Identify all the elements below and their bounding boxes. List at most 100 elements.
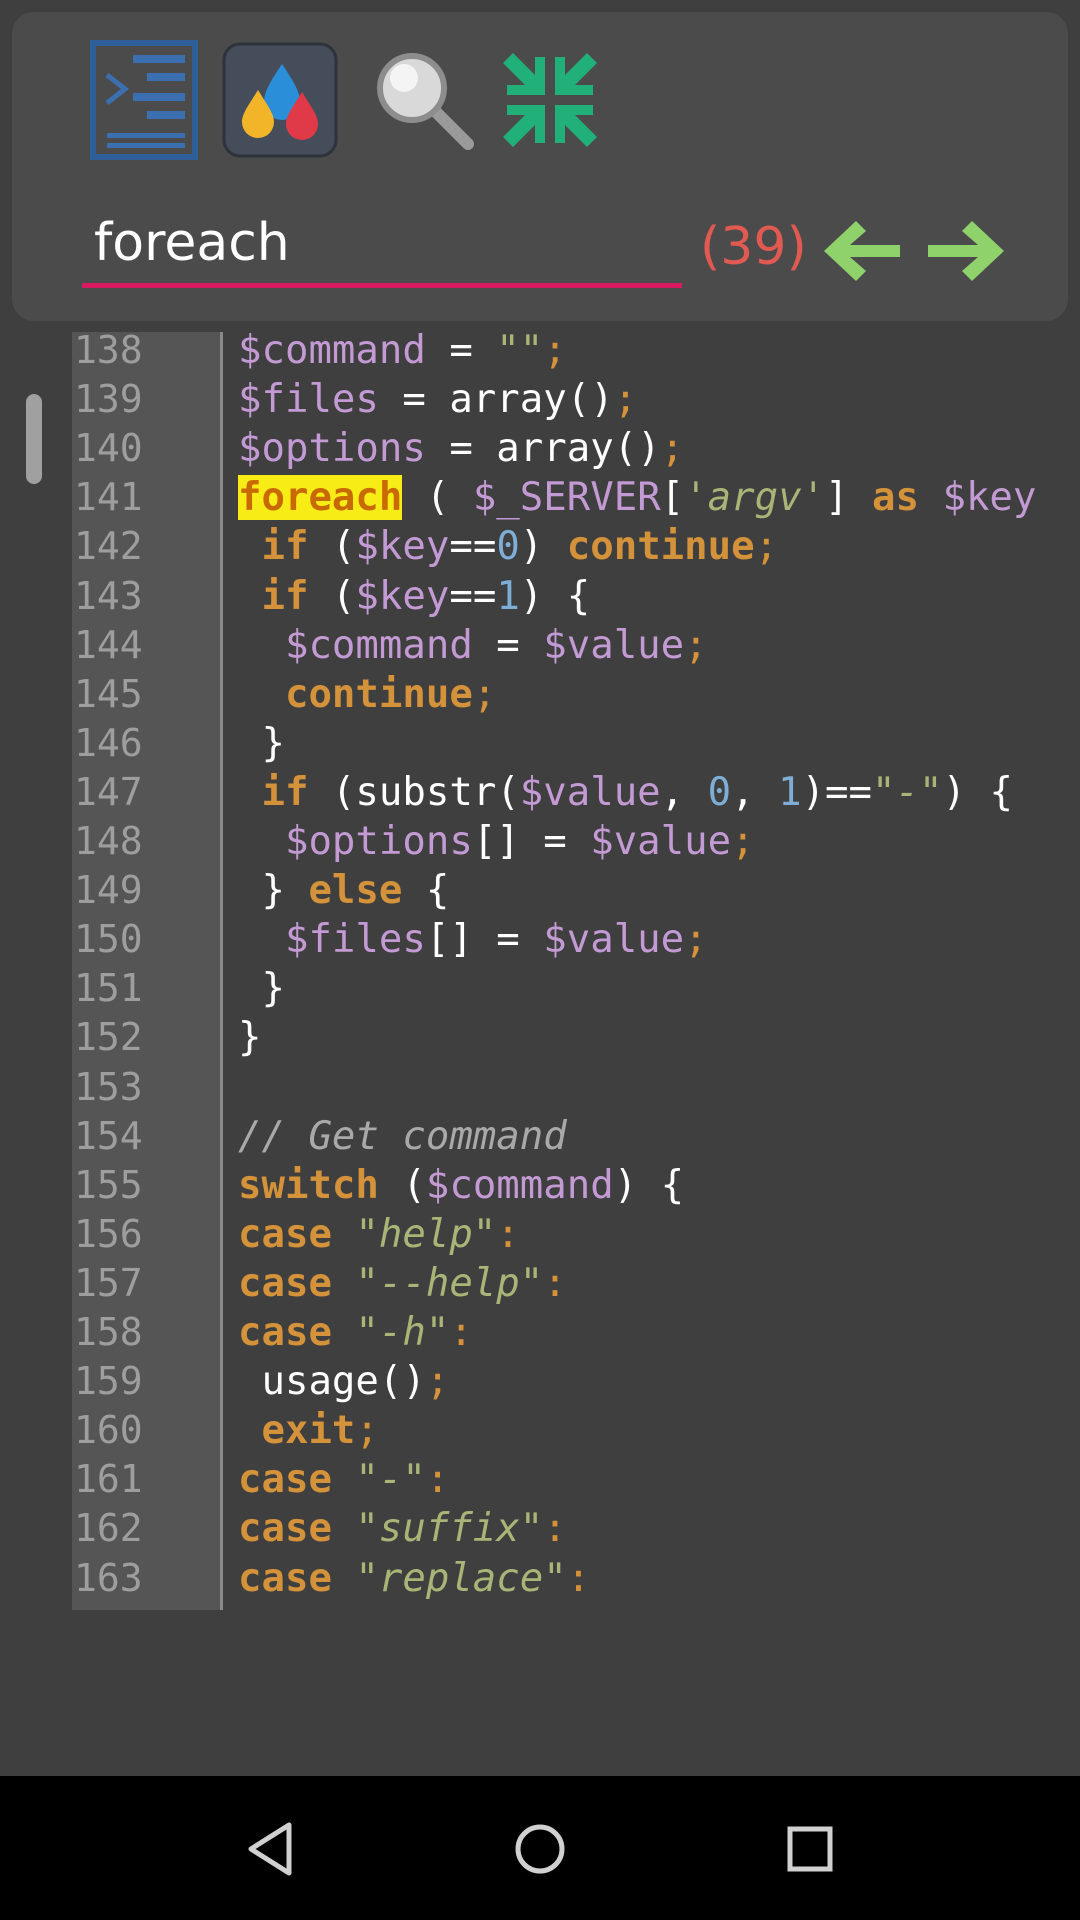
code-line: $options = array(); — [238, 424, 684, 473]
line-number: 161 — [74, 1457, 143, 1502]
line-number: 148 — [74, 819, 143, 863]
code-token: $options — [284, 819, 473, 864]
search-input[interactable] — [82, 202, 682, 288]
code-token: ; — [472, 671, 497, 717]
code-token: if — [261, 573, 309, 619]
line-number: 154 — [74, 1113, 143, 1158]
code-token: usage() — [238, 1359, 426, 1405]
code-token: $options — [238, 426, 426, 472]
code-token: $command — [284, 622, 473, 668]
code-line: } — [238, 964, 285, 1013]
code-token: 0 — [707, 769, 732, 815]
code-line: case "-": — [238, 1455, 449, 1504]
code-line: $files[] = $value; — [238, 915, 708, 964]
collapse-button[interactable] — [490, 40, 610, 160]
code-token: ) — [519, 524, 567, 570]
code-token: $value — [543, 622, 685, 668]
code-token: "replace" — [355, 1555, 567, 1601]
code-line: exit; — [238, 1406, 379, 1455]
code-token: "" — [496, 328, 544, 373]
code-token: , — [731, 769, 779, 815]
code-token: "--help" — [355, 1260, 544, 1306]
find-button[interactable] — [364, 40, 484, 160]
color-palette-icon — [222, 42, 338, 158]
code-token: [ — [660, 475, 685, 521]
code-line: $command = ""; — [238, 326, 567, 375]
code-token: (substr( — [308, 769, 520, 815]
code-token: $value — [519, 769, 661, 815]
color-theme-button[interactable] — [220, 40, 340, 160]
home-icon — [515, 1824, 565, 1874]
line-number: 143 — [74, 573, 143, 618]
code-token: , — [660, 769, 708, 815]
code-token: case — [238, 1211, 332, 1257]
recents-button[interactable] — [760, 1804, 860, 1894]
code-line: if ($key==1) { — [238, 572, 590, 621]
code-token: ( — [308, 573, 356, 619]
code-token: } — [238, 868, 309, 914]
code-line: // Get command — [238, 1112, 567, 1161]
code-token: if — [261, 524, 309, 570]
code-token: ; — [613, 377, 638, 423]
code-line: } else { — [238, 866, 449, 915]
code-token: [] = — [472, 819, 591, 864]
code-token: = — [425, 328, 497, 373]
code-token: $command — [238, 328, 426, 373]
code-line: usage(); — [238, 1357, 449, 1406]
home-button[interactable] — [490, 1804, 590, 1894]
code-token: case — [238, 1506, 332, 1552]
line-number: 160 — [74, 1408, 143, 1453]
code-token: continue — [566, 524, 755, 570]
line-number: 139 — [74, 377, 143, 422]
code-token: } — [238, 720, 285, 766]
line-number: 141 — [74, 475, 143, 520]
code-token: ) { — [519, 573, 591, 619]
line-number: 153 — [74, 1064, 143, 1109]
code-line: continue; — [238, 670, 496, 719]
code-token: if — [261, 769, 309, 815]
code-token: ( — [402, 475, 473, 521]
console-button[interactable] — [84, 40, 204, 160]
code-line: if (substr($value, 0, 1)=="-") { — [238, 768, 1012, 817]
arrow-right-icon — [928, 221, 1004, 281]
scrollbar-thumb[interactable] — [26, 394, 42, 484]
code-line: case "help": — [238, 1210, 520, 1259]
line-number: 149 — [74, 868, 143, 913]
code-token: ; — [355, 1408, 379, 1454]
code-token: : — [449, 1310, 473, 1355]
line-number: 158 — [74, 1310, 143, 1354]
collapse-icon — [503, 53, 597, 147]
line-number: 140 — [74, 426, 143, 471]
code-token: ; — [425, 1359, 450, 1405]
code-line: } — [238, 1013, 261, 1062]
previous-match-button[interactable] — [820, 212, 904, 290]
code-token: ; — [543, 328, 567, 373]
code-token: $key — [355, 524, 450, 570]
magnifier-icon — [377, 53, 474, 150]
code-token: continue — [284, 671, 473, 717]
next-match-button[interactable] — [924, 212, 1008, 290]
back-button[interactable] — [220, 1804, 320, 1894]
code-token: "suffix" — [355, 1506, 544, 1552]
line-number: 163 — [74, 1555, 143, 1600]
code-editor[interactable]: 138 $command = ""; 139 $files = array(); 140… — [0, 328, 1080, 1612]
code-line: $command = $value; — [238, 621, 708, 670]
line-number: 142 — [74, 524, 143, 569]
code-token: 0 — [496, 524, 520, 570]
code-token: : — [543, 1506, 567, 1552]
code-token: case — [238, 1457, 332, 1503]
code-token: "-" — [872, 769, 943, 815]
code-token: ( — [308, 524, 356, 570]
code-line: case "replace": — [238, 1554, 590, 1603]
line-number: 156 — [74, 1211, 143, 1256]
code-token: 1 — [778, 769, 802, 815]
line-number: 162 — [74, 1506, 143, 1551]
